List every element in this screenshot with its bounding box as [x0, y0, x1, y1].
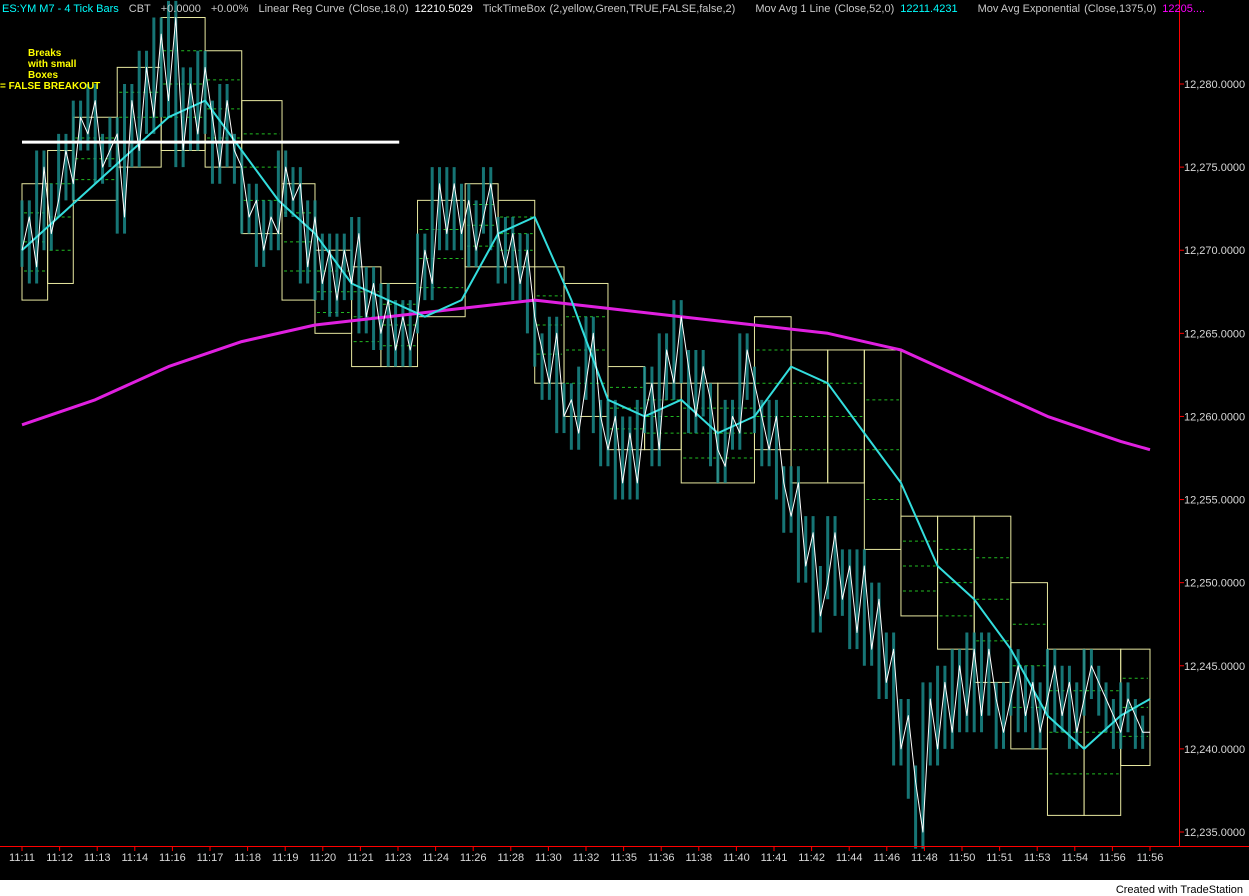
ind1-params: (Close,18,0): [348, 3, 409, 15]
change-value: +0.0000: [160, 3, 201, 15]
ind4-group: Mov Avg Exponential (Close,1375,0) 12205..…: [978, 3, 1216, 15]
annotation-line3: Boxes: [28, 70, 59, 81]
ind2-params: (2,yellow,Green,TRUE,FALSE,false,2): [549, 3, 736, 15]
x-tick-label-25: 11:50: [949, 852, 976, 864]
chart-header: ES:YM M7 - 4 Tick Bars CBT +0.0000 +0.00% Li…: [2, 2, 1225, 16]
chart-root: 12,235.0000 12,240.0000 12,245.0000 12,250.…: [0, 0, 1249, 896]
x-tick-label-28: 11:54: [1061, 852, 1088, 864]
x-tick-label-4: 11:16: [159, 852, 186, 864]
x-tick-label-20: 11:41: [761, 852, 788, 864]
y-tick-label-4: 12,255.0000: [1184, 495, 1245, 507]
tick-box-10: [380, 282, 419, 368]
x-tick-label-8: 11:20: [309, 852, 336, 864]
annotation-text[interactable]: Breaks with small Boxes = FALSE BREAKOUT: [0, 48, 100, 92]
x-tick-label-3: 11:14: [121, 852, 148, 864]
annotation-line1: Breaks: [28, 48, 62, 59]
price-chart[interactable]: 12,235.0000 12,240.0000 12,245.0000 12,250.…: [0, 0, 1249, 880]
ind4-value: 12205....: [1162, 3, 1206, 15]
x-tick-label-18: 11:38: [685, 852, 712, 864]
tick-bars: [20, 0, 1145, 849]
ind3-value: 12211.4231: [900, 3, 958, 15]
tick-box-23: [863, 349, 902, 550]
status-strip: [0, 880, 1249, 896]
tick-box-18: [680, 382, 719, 484]
symbol-label: ES:YM M7 - 4 Tick Bars: [2, 3, 119, 15]
ind3-name: Mov Avg 1 Line: [755, 3, 831, 15]
tick-box-22: [827, 349, 865, 484]
x-tick-label-15: 11:32: [573, 852, 600, 864]
ind4-params: (Close,1375,0): [1084, 3, 1157, 15]
x-axis-labels: 11:11 11:12 11:13 11:14 11:16 11:17 11:18 11:19…: [9, 846, 1163, 864]
ind1-value: 12210.5029: [414, 3, 473, 15]
tick-box-20: [753, 316, 792, 451]
y-tick-label-0: 12,235.0000: [1184, 827, 1245, 839]
x-tick-label-19: 11:40: [723, 852, 750, 864]
y-tick-label-3: 12,250.0000: [1184, 578, 1245, 590]
x-tick-label-22: 11:44: [836, 852, 863, 864]
x-tick-label-17: 11:36: [648, 852, 675, 864]
footer-credit: Created with TradeStation: [1113, 884, 1245, 896]
ind2-name: TickTimeBox: [482, 3, 546, 15]
x-tick-label-13: 11:28: [497, 852, 524, 864]
tick-box-19: [717, 382, 755, 484]
exchange-label: CBT: [128, 3, 151, 15]
x-tick-label-26: 11:51: [986, 852, 1013, 864]
y-tick-label-9: 12,280.0000: [1184, 79, 1245, 91]
ind1-name-text: Linear Reg Curve: [258, 3, 345, 15]
x-tick-label-29: 11:56: [1099, 852, 1126, 864]
y-tick-label-6: 12,265.0000: [1184, 328, 1245, 340]
x-tick-label-2: 11:13: [84, 852, 111, 864]
annotation-line2: with small: [28, 59, 77, 70]
y-tick-label-8: 12,275.0000: [1184, 162, 1245, 174]
x-tick-label-30: 11:56: [1137, 852, 1164, 864]
x-tick-label-27: 11:53: [1024, 852, 1051, 864]
ind4-name: Mov Avg Exponential: [977, 3, 1081, 15]
x-tick-label-16: 11:35: [610, 852, 637, 864]
y-tick-label-1: 12,240.0000: [1184, 744, 1245, 756]
x-tick-label-0: 11:11: [9, 852, 35, 864]
x-tick-label-10: 11:23: [385, 852, 412, 864]
x-tick-label-7: 11:19: [272, 852, 299, 864]
annotation-line4: = FALSE BREAKOUT: [0, 81, 101, 92]
x-tick-label-24: 11:48: [911, 852, 938, 864]
y-tick-label-2: 12,245.0000: [1184, 661, 1245, 673]
ind2-group: TickTimeBox (2,yellow,Green,TRUE,FALSE,fa…: [483, 3, 746, 15]
change-pct-value: +0.00%: [210, 3, 249, 15]
x-tick-label-12: 11:26: [460, 852, 487, 864]
y-tick-label-7: 12,270.0000: [1184, 245, 1245, 257]
x-tick-label-11: 11:24: [422, 852, 449, 864]
y-tick-label-5: 12,260.0000: [1184, 411, 1245, 423]
x-tick-label-14: 11:30: [535, 852, 562, 864]
y-axis-labels: 12,235.0000 12,240.0000 12,245.0000 12,250.…: [1179, 79, 1245, 839]
tick-box-26: [973, 515, 1012, 683]
ind1-name: Linear Reg Curve (Close,18,0) 12210.5029: [258, 3, 482, 15]
tick-box-24: [900, 515, 939, 617]
ind3-params: (Close,52,0): [834, 3, 895, 15]
x-tick-label-1: 11:12: [46, 852, 73, 864]
x-tick-label-5: 11:17: [197, 852, 224, 864]
x-tick-label-23: 11:46: [873, 852, 900, 864]
x-tick-label-6: 11:18: [234, 852, 261, 864]
ind3-group: Mov Avg 1 Line (Close,52,0) 12211.4231: [755, 3, 967, 15]
x-tick-label-21: 11:42: [798, 852, 825, 864]
x-tick-label-9: 11:21: [347, 852, 374, 864]
